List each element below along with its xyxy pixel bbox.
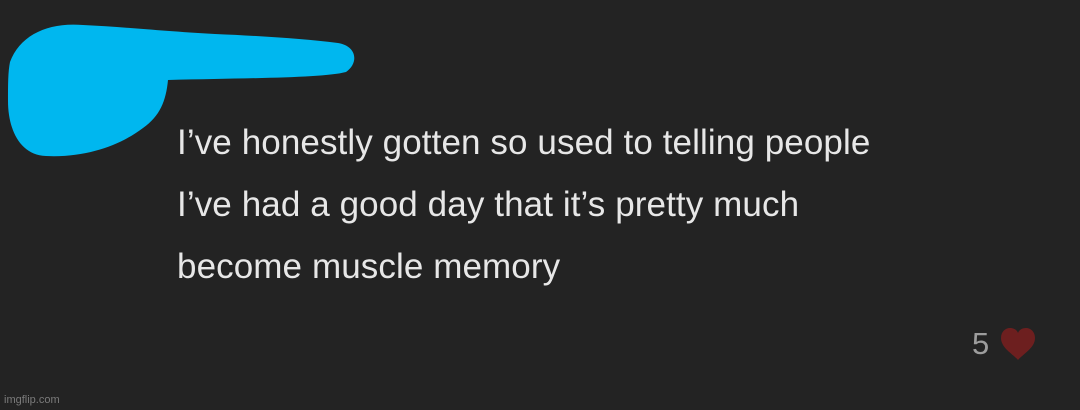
comment-text: I’ve honestly gotten so used to telling … — [177, 112, 1057, 298]
imgflip-watermark: imgflip.com — [4, 394, 60, 406]
like-count: 5 — [972, 326, 990, 361]
comment-screenshot: I’ve honestly gotten so used to telling … — [0, 0, 1080, 410]
like-reaction[interactable]: 5 — [972, 323, 1037, 365]
comment-line-3: become muscle memory — [177, 247, 561, 286]
comment-line-1: I’ve honestly gotten so used to telling … — [177, 123, 871, 162]
comment-line-2: I’ve had a good day that it’s pretty muc… — [177, 185, 800, 224]
heart-icon[interactable] — [999, 327, 1037, 361]
